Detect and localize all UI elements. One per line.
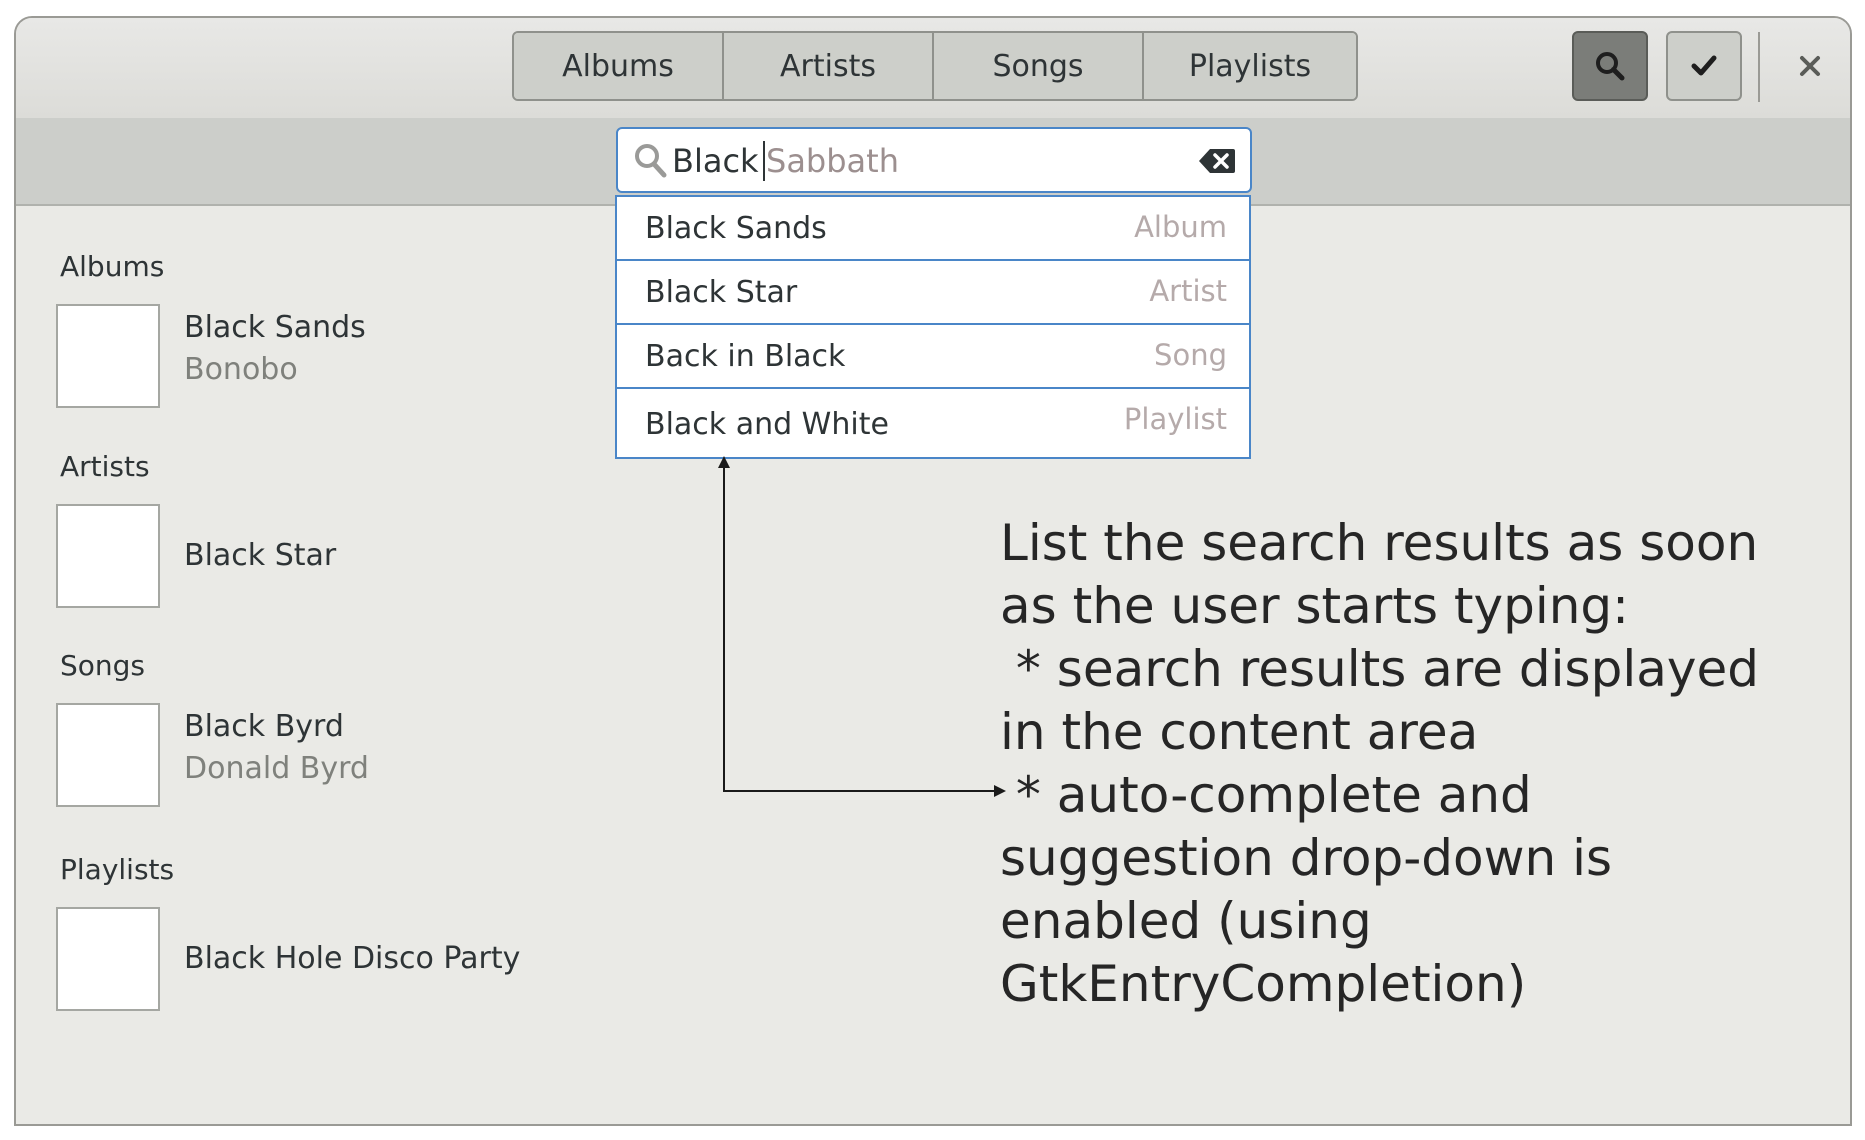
- album-art-thumbnail[interactable]: [56, 304, 160, 408]
- search-input[interactable]: Black Sabbath: [616, 127, 1252, 193]
- annotation-line: enabled (using: [1000, 892, 1372, 950]
- suggestion-item[interactable]: Black Star Artist: [617, 261, 1249, 325]
- suggestion-label: Black and White: [645, 407, 889, 442]
- search-bar: Black Sabbath: [16, 118, 1850, 206]
- tab-songs[interactable]: Songs: [934, 33, 1144, 99]
- section-title-songs: Songs: [60, 649, 146, 682]
- playlist-result-title[interactable]: Black Hole Disco Party: [184, 941, 520, 976]
- playlist-thumbnail[interactable]: [56, 907, 160, 1011]
- song-result-artist: Donald Byrd: [184, 751, 369, 786]
- annotation-line: List the search results as soon: [1000, 514, 1759, 572]
- annotation-line: GtkEntryCompletion): [1000, 955, 1527, 1013]
- section-title-artists: Artists: [60, 450, 150, 483]
- header-separator: [1758, 32, 1760, 102]
- suggestion-label: Black Sands: [645, 211, 827, 246]
- artist-thumbnail[interactable]: [56, 504, 160, 608]
- suggestion-label: Back in Black: [645, 339, 846, 374]
- selection-mode-button[interactable]: [1666, 31, 1742, 101]
- suggestion-kind: Playlist: [1123, 402, 1227, 436]
- search-icon: [1596, 52, 1625, 81]
- inline-completion-text: Sabbath: [766, 142, 899, 180]
- artist-result-title[interactable]: Black Star: [184, 538, 336, 573]
- search-toggle-button[interactable]: [1572, 31, 1648, 101]
- suggestion-kind: Album: [1134, 210, 1227, 244]
- annotation-note: List the search results as soon as the u…: [1000, 512, 1800, 1016]
- song-result-title[interactable]: Black Byrd: [184, 709, 344, 744]
- tab-albums[interactable]: Albums: [514, 33, 724, 99]
- suggestion-kind: Artist: [1149, 274, 1227, 308]
- close-icon: [1800, 56, 1820, 76]
- checkmark-icon: [1691, 55, 1717, 76]
- suggestion-label: Black Star: [645, 275, 798, 310]
- annotation-line: * auto-complete and: [1000, 766, 1532, 824]
- tab-artists[interactable]: Artists: [724, 33, 934, 99]
- suggestion-dropdown: Black Sands Album Black Star Artist Back…: [615, 195, 1251, 459]
- search-typed-text: Black: [672, 142, 759, 180]
- suggestion-item[interactable]: Back in Black Song: [617, 325, 1249, 389]
- album-result-artist: Bonobo: [184, 352, 298, 387]
- annotation-line: suggestion drop-down is: [1000, 829, 1613, 887]
- section-title-playlists: Playlists: [60, 853, 175, 886]
- annotation-line: in the content area: [1000, 703, 1479, 761]
- search-icon: [635, 144, 667, 178]
- annotation-line: as the user starts typing:: [1000, 577, 1629, 635]
- header-bar: Albums Artists Songs Playlists: [16, 18, 1850, 120]
- suggestion-kind: Song: [1154, 338, 1227, 372]
- backspace-clear-icon[interactable]: [1198, 147, 1236, 175]
- text-cursor: [763, 141, 765, 181]
- album-result-title[interactable]: Black Sands: [184, 310, 366, 345]
- suggestion-item[interactable]: Black Sands Album: [617, 197, 1249, 261]
- suggestion-item[interactable]: Black and White Playlist: [617, 389, 1249, 457]
- annotation-line: * search results are displayed: [1000, 640, 1759, 698]
- close-button[interactable]: [1792, 48, 1828, 84]
- tab-playlists[interactable]: Playlists: [1144, 33, 1356, 99]
- section-title-albums: Albums: [60, 250, 165, 283]
- song-thumbnail[interactable]: [56, 703, 160, 807]
- view-switcher: Albums Artists Songs Playlists: [512, 31, 1358, 101]
